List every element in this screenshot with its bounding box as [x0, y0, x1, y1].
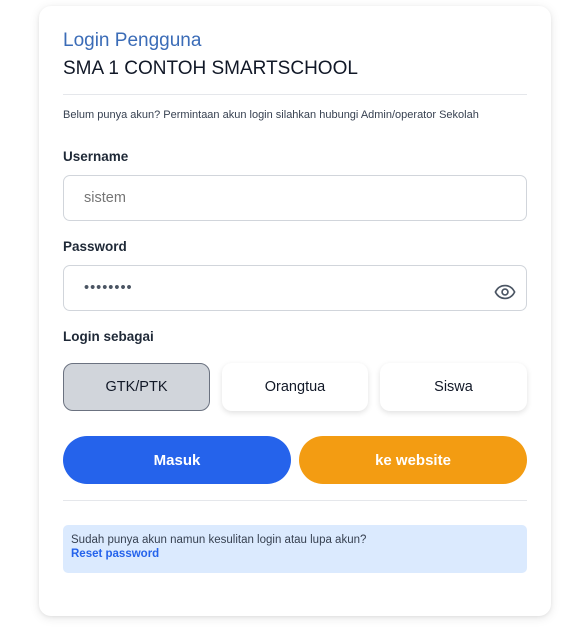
login-button-label: Masuk — [153, 451, 201, 469]
username-label: Username — [63, 149, 129, 164]
page-title: Login Pengguna — [63, 30, 202, 51]
website-button-label: ke website — [375, 451, 451, 469]
footer-divider — [63, 500, 527, 501]
role-label: Orangtua — [264, 379, 326, 395]
role-siswa-button[interactable]: Siswa — [380, 363, 527, 411]
role-label: GTK/PTK — [105, 379, 168, 395]
login-as-label: Login sebagai — [63, 329, 154, 344]
account-request-notice: Belum punya akun? Permintaan akun login … — [63, 109, 479, 121]
password-input[interactable]: •••••••• — [63, 265, 527, 311]
login-button[interactable]: Masuk — [63, 436, 291, 484]
login-card: Login Pengguna SMA 1 CONTOH SMARTSCHOOL … — [39, 6, 551, 616]
username-input[interactable] — [63, 175, 527, 221]
help-box: Sudah punya akun namun kesulitan login a… — [63, 525, 527, 573]
role-label: Siswa — [434, 379, 473, 395]
help-text: Sudah punya akun namun kesulitan login a… — [71, 534, 367, 546]
header-divider — [63, 94, 527, 95]
website-button[interactable]: ke website — [299, 436, 527, 484]
reset-password-link[interactable]: Reset password — [71, 548, 519, 560]
password-label: Password — [63, 239, 127, 254]
role-gtk-ptk-button[interactable]: GTK/PTK — [63, 363, 210, 411]
eye-icon[interactable] — [494, 277, 516, 300]
password-value: •••••••• — [84, 280, 133, 296]
role-orangtua-button[interactable]: Orangtua — [222, 363, 368, 411]
school-name: SMA 1 CONTOH SMARTSCHOOL — [63, 58, 358, 79]
